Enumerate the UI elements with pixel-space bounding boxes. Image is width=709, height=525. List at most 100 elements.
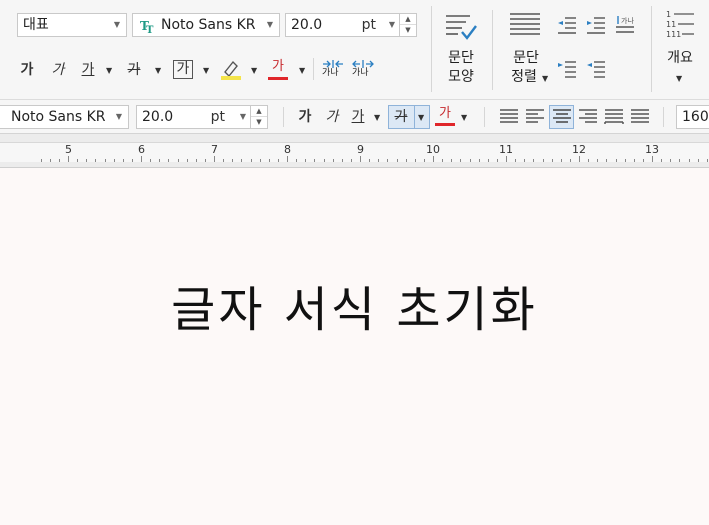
paragraph-shape-label-2: 모양 <box>448 69 474 85</box>
bold-button[interactable]: 가 <box>17 60 37 80</box>
format-size-combo[interactable]: 20.0 pt ▼ ▲ ▼ <box>136 105 268 129</box>
ruler-tick <box>670 159 671 162</box>
italic-button[interactable]: 가 <box>48 60 68 80</box>
document-text[interactable]: 글자 서식 초기화 <box>0 270 709 340</box>
ruler-tick <box>679 159 680 162</box>
spin-up-icon[interactable]: ▲ <box>251 106 267 117</box>
format-strikethrough-group[interactable]: 가 ▼ <box>388 105 430 129</box>
narrow-spacing-button[interactable]: 가나 <box>320 59 346 81</box>
format-bold-button[interactable]: 가 <box>295 107 315 127</box>
align-center-icon <box>553 109 571 123</box>
highlight-dropdown-icon[interactable]: ▼ <box>251 66 257 75</box>
ruler-tick <box>479 159 480 162</box>
ruler-tick <box>460 159 461 162</box>
ruler-tick <box>643 159 644 162</box>
ruler-tick <box>86 159 87 162</box>
paragraph-align-button[interactable]: 문단 정렬 ▼ <box>500 8 552 90</box>
wide-spacing-button[interactable]: 가나 <box>350 59 376 81</box>
paragraph-shape-button[interactable]: 문단 모양 <box>437 8 485 90</box>
ruler-tick <box>652 156 653 162</box>
ruler-tick <box>552 159 553 162</box>
strikethrough-button[interactable]: 가 <box>124 60 144 80</box>
decrease-indent-icon[interactable] <box>557 15 577 35</box>
chevron-down-icon: ▼ <box>388 20 395 29</box>
chevron-down-icon: ▼ <box>113 20 120 29</box>
ruler-tick <box>351 159 352 162</box>
format-underline-button[interactable]: 가 <box>348 107 368 127</box>
format-font-combo[interactable]: Noto Sans KR ▼ <box>0 105 129 129</box>
ruler-tick <box>141 156 142 162</box>
strikethrough-dropdown-icon[interactable]: ▼ <box>155 66 161 75</box>
ruler-tick <box>661 159 662 162</box>
style-combo[interactable]: 대표 ▼ <box>17 13 127 37</box>
first-line-indent-icon[interactable] <box>557 59 577 79</box>
ruler-tick <box>241 159 242 162</box>
ruler-tick <box>314 159 315 162</box>
underline-button[interactable]: 가 <box>78 60 98 80</box>
font-size-combo[interactable]: 20.0 pt ▼ ▲ ▼ <box>285 13 417 37</box>
ruler-tick <box>123 159 124 162</box>
ruler-tick <box>689 159 690 162</box>
char-border-button[interactable]: 가 <box>173 60 193 79</box>
highlight-pen-icon[interactable] <box>219 58 243 82</box>
underline-dropdown-icon[interactable]: ▼ <box>374 113 380 122</box>
font-color-dropdown-icon[interactable]: ▼ <box>299 66 305 75</box>
font-color-swatch <box>268 77 288 80</box>
zoom-combo[interactable]: 160 <box>676 105 709 129</box>
ruler-tick <box>634 159 635 162</box>
svg-text:11: 11 <box>666 20 676 29</box>
format-size-spinner[interactable]: ▲ ▼ <box>250 106 267 128</box>
ruler-tick <box>579 156 580 162</box>
ruler-tick <box>59 159 60 162</box>
strikethrough-dropdown-icon[interactable]: ▼ <box>418 113 424 122</box>
divider <box>414 106 415 128</box>
ruler-label: 11 <box>499 143 513 156</box>
font-color-button[interactable]: 가 <box>268 57 288 77</box>
ruler-tick <box>342 159 343 162</box>
ruler-tick <box>451 159 452 162</box>
paragraph-align-label-2: 정렬 <box>511 69 537 85</box>
ruler-tick <box>561 159 562 162</box>
ruler-label: 13 <box>645 143 659 156</box>
divider <box>484 107 485 127</box>
align-center-button[interactable] <box>549 105 574 129</box>
spin-down-icon[interactable]: ▼ <box>251 117 267 128</box>
ruler-tick <box>570 159 571 162</box>
zoom-value: 160 <box>682 109 709 125</box>
format-size-value: 20.0 <box>142 109 174 125</box>
format-italic-button[interactable]: 가 <box>322 107 342 127</box>
hanging-indent-icon[interactable] <box>586 59 606 79</box>
align-distribute-icon[interactable] <box>604 108 624 126</box>
char-border-dropdown-icon[interactable]: ▼ <box>203 66 209 75</box>
align-justify-icon[interactable] <box>499 108 519 126</box>
justify-align-icon <box>510 13 540 35</box>
document-page[interactable]: 글자 서식 초기화 <box>0 168 709 525</box>
ruler-tick <box>533 159 534 162</box>
font-size-value: 20.0 <box>291 17 323 33</box>
align-right-icon[interactable] <box>578 108 598 126</box>
align-divide-icon[interactable] <box>630 108 650 126</box>
outline-button[interactable]: 1 11 111 개요 ▼ <box>658 8 702 90</box>
spin-down-icon[interactable]: ▼ <box>400 25 416 36</box>
ruler-tick <box>324 159 325 162</box>
ruler-tick <box>616 159 617 162</box>
horizontal-ruler[interactable]: 5 6 7 8 9 10 11 12 13 <box>0 134 709 168</box>
ruler-tick <box>269 159 270 162</box>
size-spinner[interactable]: ▲ ▼ <box>399 14 416 36</box>
underline-dropdown-icon[interactable]: ▼ <box>106 66 112 75</box>
ruler-tick <box>415 159 416 162</box>
line-spacing-icon[interactable]: 가나 <box>615 15 635 35</box>
font-combo[interactable]: T T Noto Sans KR ▼ <box>132 13 280 37</box>
increase-indent-icon[interactable] <box>586 15 606 35</box>
font-color-dropdown-icon[interactable]: ▼ <box>461 113 467 122</box>
format-font-color-button[interactable]: 가 <box>435 104 455 124</box>
ruler-tick <box>278 159 279 162</box>
align-left-icon[interactable] <box>525 108 545 126</box>
ruler-tick <box>305 159 306 162</box>
format-strikethrough-button[interactable]: 가 <box>391 107 411 127</box>
ruler-label: 8 <box>284 143 291 156</box>
ruler-tick <box>707 159 708 162</box>
svg-text:111: 111 <box>666 30 681 39</box>
spin-up-icon[interactable]: ▲ <box>400 14 416 25</box>
ruler-tick <box>606 159 607 162</box>
